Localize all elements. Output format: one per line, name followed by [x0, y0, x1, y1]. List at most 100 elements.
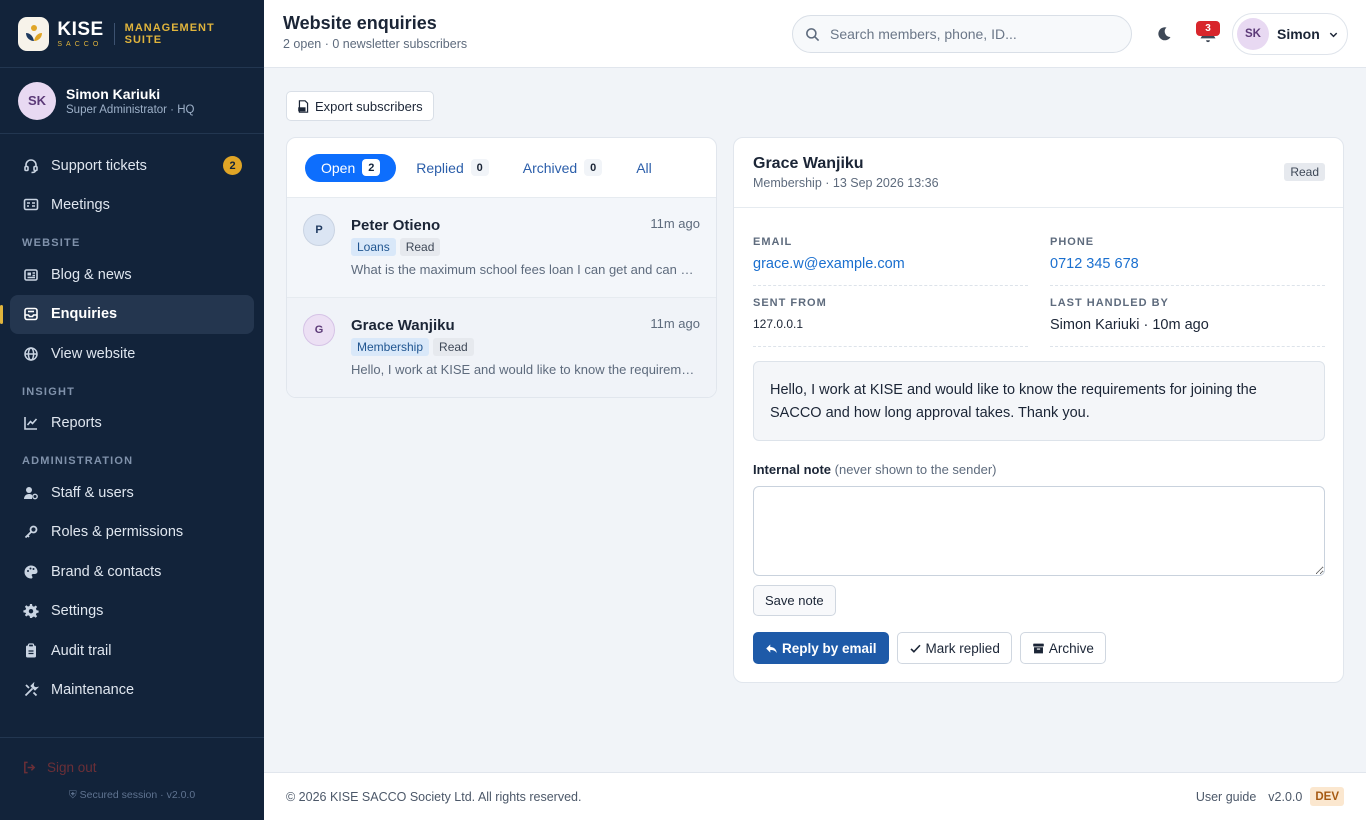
detail-fields: EMAIL grace.w@example.com PHONE 0712 345… [734, 208, 1343, 358]
secured-session-text: Secured session · v2.0.0 [79, 789, 196, 801]
sidebar-item-meetings[interactable]: Meetings [10, 186, 254, 225]
tab-open[interactable]: Open 2 [305, 153, 397, 182]
clipboard-icon [22, 642, 39, 659]
kise-logo-icon [18, 16, 50, 51]
enquiry-time: 11m ago [650, 316, 700, 331]
export-subscribers-button[interactable]: Export subscribers [286, 91, 434, 121]
handled-by-field: LAST HANDLED BY Simon Kariuki · 10m ago [1050, 297, 1325, 347]
page-title: Website enquiries [283, 13, 437, 33]
sidebar-item-roles[interactable]: Roles & permissions [10, 513, 254, 552]
enquiry-list-item[interactable]: G 11m ago Grace Wanjiku Membership Read … [287, 298, 716, 397]
tab-all[interactable]: All [622, 154, 666, 182]
sidebar-item-blog[interactable]: Blog & news [10, 255, 254, 294]
key-icon [22, 524, 39, 541]
sent-from-field: SENT FROM 127.0.0.1 [753, 297, 1028, 347]
archive-label: Archive [1048, 640, 1094, 656]
sign-out-label: Sign out [47, 760, 97, 775]
sent-from-value: 127.0.0.1 [753, 317, 804, 331]
line-chart-icon [22, 415, 39, 432]
tab-replied[interactable]: Replied 0 [402, 154, 502, 182]
brand: KISE SACCO MANAGEMENT SUITE [0, 0, 264, 68]
tab-label: Archived [522, 159, 578, 176]
sidebar-item-brand-contacts[interactable]: Brand & contacts [10, 552, 254, 591]
sidebar-item-maintenance[interactable]: Maintenance [10, 671, 254, 710]
search-input[interactable] [830, 26, 1110, 42]
user-guide-link[interactable]: User guide [1196, 790, 1256, 804]
tools-icon [22, 682, 39, 699]
internal-note-title: Internal note [753, 462, 832, 477]
sidebar-nav: Support tickets 2 Meetings WEBSITE Blog … [0, 134, 264, 710]
copyright-text: © 2026 KISE SACCO Society Ltd. All right… [286, 790, 582, 804]
secured-session-note: ⛨ Secured session · v2.0.0 [0, 789, 264, 802]
sign-out-icon [24, 761, 36, 774]
tab-count: 0 [584, 159, 603, 176]
headset-icon [22, 157, 39, 174]
sidebar-item-reports[interactable]: Reports [10, 404, 254, 443]
sidebar-profile: SK Simon Kariuki Super Administrator · H… [0, 68, 264, 134]
profile-name: Simon Kariuki [66, 85, 161, 102]
internal-note-hint: (never shown to the sender) [834, 462, 997, 477]
version-text: v2.0.0 [1268, 789, 1303, 804]
save-note-button[interactable]: Save note [753, 585, 836, 616]
mark-replied-button[interactable]: Mark replied [896, 632, 1012, 664]
phone-link[interactable]: 0712 345 678 [1050, 256, 1325, 272]
notification-count-badge: 3 [1196, 21, 1220, 36]
theme-toggle-button[interactable] [1152, 22, 1176, 46]
phone-label: PHONE [1050, 236, 1095, 248]
tab-label: Replied [416, 159, 464, 176]
enquiry-preview: What is the maximum school fees loan I c… [351, 262, 697, 277]
check-icon [910, 644, 921, 653]
detail-status-badge: Read [1284, 163, 1325, 181]
sidebar-item-settings[interactable]: Settings [10, 592, 254, 631]
tab-count: 0 [470, 159, 489, 176]
sidebar-item-label: Enquiries [51, 306, 118, 322]
profile-role: Super Administrator · HQ [66, 103, 195, 116]
newspaper-icon [22, 266, 39, 283]
handled-by-label: LAST HANDLED BY [1050, 297, 1169, 309]
tab-count: 2 [362, 159, 381, 176]
brand-name: KISE SACCO [57, 20, 103, 48]
sidebar-item-label: View website [51, 345, 136, 362]
reply-by-email-button[interactable]: Reply by email [753, 632, 889, 664]
profile-avatar: SK [18, 81, 56, 120]
page-subtitle: 2 open · 0 newsletter subscribers [283, 37, 468, 51]
inbox-icon [22, 306, 39, 323]
sidebar-item-audit-trail[interactable]: Audit trail [10, 631, 254, 670]
archive-button[interactable]: Archive [1019, 632, 1106, 664]
palette-icon [22, 563, 39, 580]
enquiry-message: Hello, I work at KISE and would like to … [753, 361, 1325, 441]
email-link[interactable]: grace.w@example.com [753, 256, 1028, 272]
easel-icon [22, 197, 39, 214]
gear-icon [22, 603, 39, 620]
sign-out-link[interactable]: Sign out [0, 738, 264, 775]
user-menu-button[interactable]: SK Simon [1232, 13, 1348, 55]
reply-label: Reply by email [782, 640, 877, 656]
sidebar-item-view-website[interactable]: View website [10, 334, 254, 373]
enquiry-status-tag: Read [433, 338, 474, 356]
brand-subtitle: SACCO [57, 40, 103, 48]
sidebar-item-label: Brand & contacts [51, 563, 162, 580]
status-tabs: Open 2 Replied 0 Archived 0 All [287, 138, 716, 198]
sidebar-item-support-tickets[interactable]: Support tickets 2 [10, 146, 254, 185]
sidebar-item-staff[interactable]: Staff & users [10, 473, 254, 512]
sidebar-footer: Sign out ⛨ Secured session · v2.0.0 [0, 737, 264, 820]
user-avatar: SK [1237, 18, 1269, 50]
sidebar: KISE SACCO MANAGEMENT SUITE SK Simon Kar… [0, 0, 264, 820]
internal-note-textarea[interactable] [753, 486, 1325, 576]
moon-icon [1158, 27, 1171, 41]
sidebar-item-enquiries[interactable]: Enquiries [0, 294, 254, 334]
brand-title: KISE [57, 18, 104, 40]
enquiry-status-tag: Read [399, 238, 441, 256]
tab-label: Open [321, 159, 356, 176]
globe-icon [22, 345, 39, 362]
file-csv-icon [298, 99, 309, 113]
search-bar[interactable] [792, 15, 1132, 53]
enquiry-sender-name: Peter Otieno [351, 217, 441, 234]
tab-archived[interactable]: Archived 0 [509, 154, 616, 182]
environment-badge: DEV [1310, 787, 1344, 806]
sidebar-item-label: Support tickets [51, 157, 147, 174]
enquiry-list-item[interactable]: P 11m ago Peter Otieno Loans Read What i… [287, 198, 716, 298]
brand-suite: MANAGEMENT SUITE [124, 21, 215, 46]
detail-sender-name: Grace Wanjiku [753, 155, 864, 172]
email-label: EMAIL [753, 236, 793, 248]
